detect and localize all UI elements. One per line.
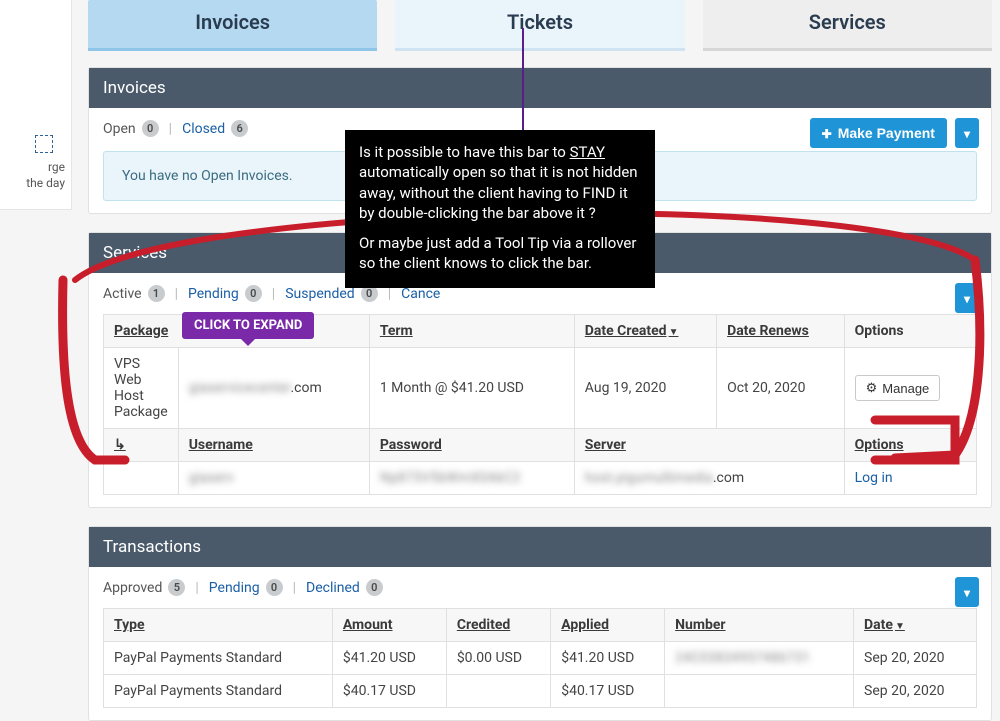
table-row[interactable]: PayPal Payments Standard $41.20 USD $0.0… (104, 642, 977, 675)
transactions-filter-button[interactable] (955, 577, 979, 607)
col-date[interactable]: Date▼ (854, 609, 977, 642)
cell-package: VPS Web Host Package (104, 348, 179, 429)
login-link[interactable]: Log in (855, 470, 893, 486)
filter-icon (964, 584, 970, 600)
open-count-badge: 0 (142, 120, 159, 137)
cell-term: 1 Month @ $41.20 USD (369, 348, 574, 429)
sort-desc-icon: ▼ (669, 327, 679, 338)
col-options: Options (844, 315, 976, 348)
tx-pending-count-badge: 0 (266, 579, 283, 596)
services-table: Package Term Date Created▼ Date Renews O… (103, 314, 977, 495)
approved-label: Approved (103, 580, 162, 596)
cell-options: Manage (844, 348, 976, 429)
cell-login: Log in (844, 462, 976, 495)
approved-count-badge: 5 (168, 579, 185, 596)
tab-services[interactable]: Services (703, 0, 992, 51)
cell-domain: giaservicecenter.com (178, 348, 369, 429)
filter-icon (964, 125, 970, 141)
make-payment-button[interactable]: Make Payment (810, 118, 947, 148)
sidebar-fragment: rge the day (0, 0, 72, 210)
subcol-username: Username (178, 429, 369, 462)
services-status-line: Active 1 | Pending 0 | Suspended 0 | Can… (103, 285, 977, 302)
service-subrow: giaserv Np873V5bWmX0AkC2 host.pigumultim… (104, 462, 977, 495)
tab-invoices[interactable]: Invoices (88, 0, 377, 51)
transactions-table: Type Amount Credited Applied Number Date… (103, 608, 977, 708)
filter-icon (964, 290, 970, 306)
cancelled-link[interactable]: Cance (401, 286, 440, 302)
transactions-panel: Transactions Approved 5 | Pending 0 | De… (88, 526, 992, 721)
subcol-server: Server (574, 429, 844, 462)
subcol-options: Options (844, 429, 976, 462)
cell-renews: Oct 20, 2020 (717, 348, 845, 429)
col-created[interactable]: Date Created▼ (574, 315, 716, 348)
tab-tickets[interactable]: Tickets (395, 0, 684, 51)
tx-declined-link[interactable]: Declined (306, 580, 360, 596)
transactions-panel-title: Transactions (89, 527, 991, 567)
table-header-row: Type Amount Credited Applied Number Date… (104, 609, 977, 642)
expand-indicator-icon: ↳ (104, 429, 179, 462)
col-credited[interactable]: Credited (446, 609, 550, 642)
closed-link[interactable]: Closed (182, 121, 225, 137)
active-label: Active (103, 286, 142, 302)
service-row[interactable]: VPS Web Host Package giaservicecenter.co… (104, 348, 977, 429)
col-term[interactable]: Term (369, 315, 574, 348)
cell-created: Aug 19, 2020 (574, 348, 716, 429)
plus-icon (822, 125, 832, 141)
col-renews[interactable]: Date Renews (717, 315, 845, 348)
sidebar-hint: rge the day (26, 160, 65, 191)
invoices-panel-title: Invoices (89, 68, 991, 108)
suspended-count-badge: 0 (361, 285, 378, 302)
annotation-text-box: Is it possible to have this bar to STAY … (345, 130, 655, 288)
closed-count-badge: 6 (231, 120, 248, 137)
cell-password: Np873V5bWmX0AkC2 (369, 462, 574, 495)
pending-link[interactable]: Pending (188, 286, 239, 302)
col-applied[interactable]: Applied (551, 609, 665, 642)
sort-desc-icon: ▼ (895, 621, 905, 632)
transactions-status-line: Approved 5 | Pending 0 | Declined 0 (103, 579, 977, 596)
selection-icon (35, 135, 53, 153)
col-amount[interactable]: Amount (332, 609, 446, 642)
table-row[interactable]: PayPal Payments Standard $40.17 USD $40.… (104, 675, 977, 708)
pending-count-badge: 0 (245, 285, 262, 302)
manage-button[interactable]: Manage (855, 375, 941, 401)
click-to-expand-tooltip: CLICK TO EXPAND (182, 312, 314, 339)
tx-declined-count-badge: 0 (366, 579, 383, 596)
annotation-pointer-line (522, 28, 524, 132)
suspended-link[interactable]: Suspended (285, 286, 355, 302)
open-label: Open (103, 121, 136, 137)
cell-username: giaserv (178, 462, 369, 495)
col-number[interactable]: Number (665, 609, 854, 642)
active-count-badge: 1 (148, 285, 165, 302)
subcol-password: Password (369, 429, 574, 462)
filter-button[interactable] (955, 118, 979, 148)
cell-server: host.pigumultimedia.com (574, 462, 844, 495)
service-subrow-header: ↳ Username Password Server Options (104, 429, 977, 462)
top-nav: Invoices Tickets Services (88, 0, 992, 51)
tx-pending-link[interactable]: Pending (209, 580, 260, 596)
services-filter-button[interactable] (955, 283, 979, 313)
col-type[interactable]: Type (104, 609, 333, 642)
gear-icon (866, 380, 878, 396)
